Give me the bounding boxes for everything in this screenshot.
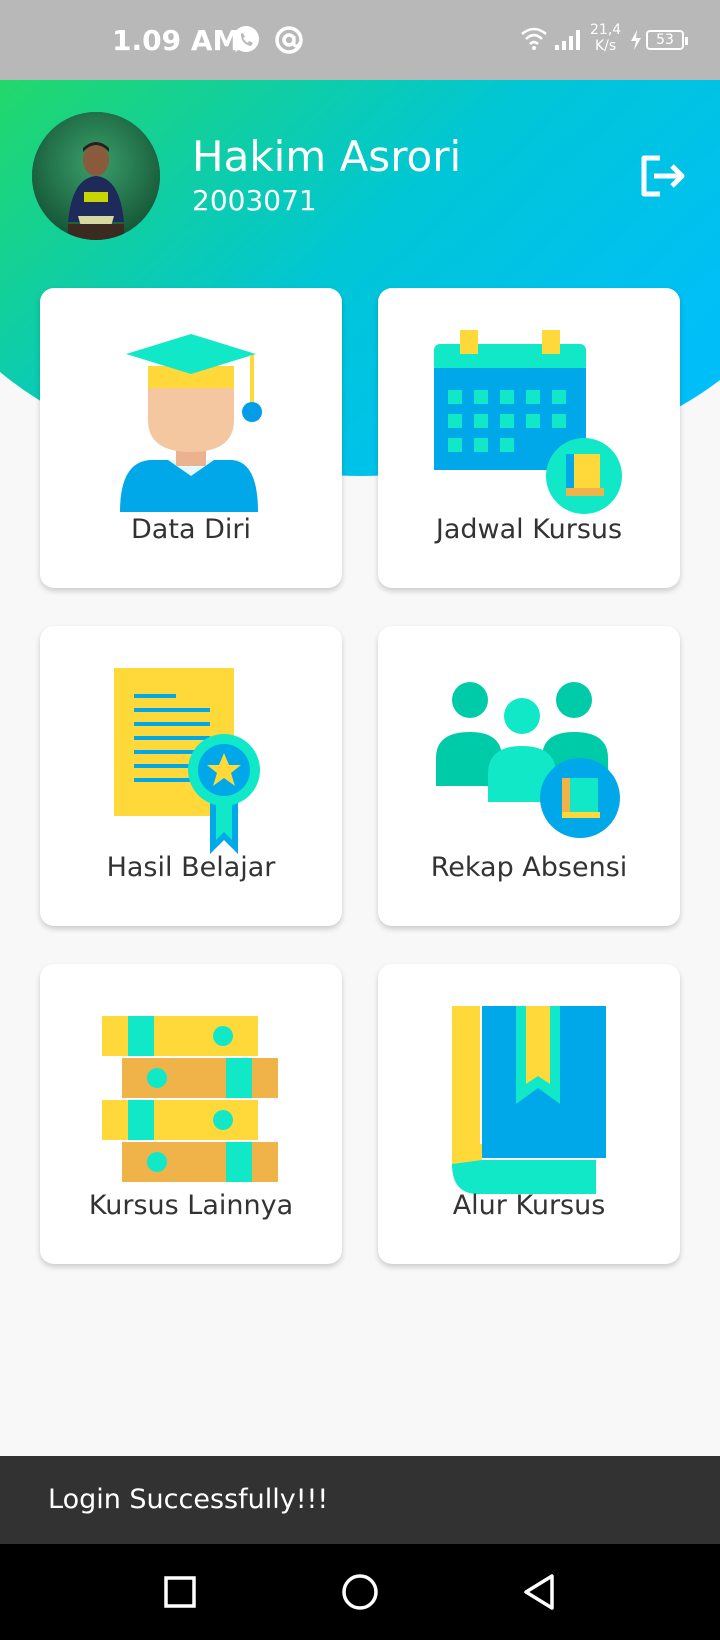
menu-card-label: Rekap Absensi — [430, 852, 628, 883]
network-speed-unit: K/s — [594, 38, 617, 54]
whatsapp-icon — [233, 26, 259, 52]
navigation-bar — [0, 1544, 720, 1640]
network-speed: 21,4 K/s — [590, 22, 621, 54]
snackbar-message: Login Successfully!!! — [48, 1484, 329, 1515]
menu-card-label: Alur Kursus — [452, 1190, 606, 1221]
menu-card-label: Data Diri — [131, 514, 251, 545]
logout-icon[interactable] — [640, 154, 688, 198]
user-id: 2003071 — [192, 184, 317, 217]
recents-button[interactable] — [156, 1568, 204, 1616]
back-button[interactable] — [516, 1568, 564, 1616]
menu-card-label: Hasil Belajar — [106, 852, 276, 883]
user-name: Hakim Asrori — [192, 132, 462, 181]
charging-icon — [631, 30, 641, 50]
wifi-icon — [521, 27, 547, 50]
signal-icon — [555, 30, 580, 50]
menu-card-hasil-belajar[interactable]: Hasil Belajar — [40, 626, 342, 926]
menu-card-jadwal-kursus[interactable]: Jadwal Kursus — [378, 288, 680, 588]
certificate-icon — [114, 668, 260, 854]
bookmark-book-icon — [452, 1006, 606, 1194]
battery-icon: 53 — [646, 30, 688, 50]
network-speed-value: 21,4 — [590, 22, 622, 38]
menu-card-alur-kursus[interactable]: Alur Kursus — [378, 964, 680, 1264]
home-button[interactable] — [336, 1568, 384, 1616]
menu-card-label: Jadwal Kursus — [435, 514, 623, 545]
avatar[interactable] — [32, 112, 160, 240]
snackbar: Login Successfully!!! — [0, 1456, 720, 1544]
calendar-icon — [434, 330, 622, 514]
menu-card-data-diri[interactable]: Data Diri — [40, 288, 342, 588]
menu-card-label: Kursus Lainnya — [88, 1190, 294, 1221]
battery-level: 53 — [656, 32, 674, 48]
graduate-icon — [120, 334, 262, 512]
at-icon — [275, 26, 303, 54]
status-bar: 1.09 AM 21,4 K/s 53 — [0, 0, 720, 80]
menu-card-rekap-absensi[interactable]: Rekap Absensi — [378, 626, 680, 926]
group-icon — [436, 682, 620, 838]
books-icon — [102, 1016, 278, 1182]
menu-card-kursus-lainnya[interactable]: Kursus Lainnya — [40, 964, 342, 1264]
status-time: 1.09 AM — [112, 24, 241, 57]
